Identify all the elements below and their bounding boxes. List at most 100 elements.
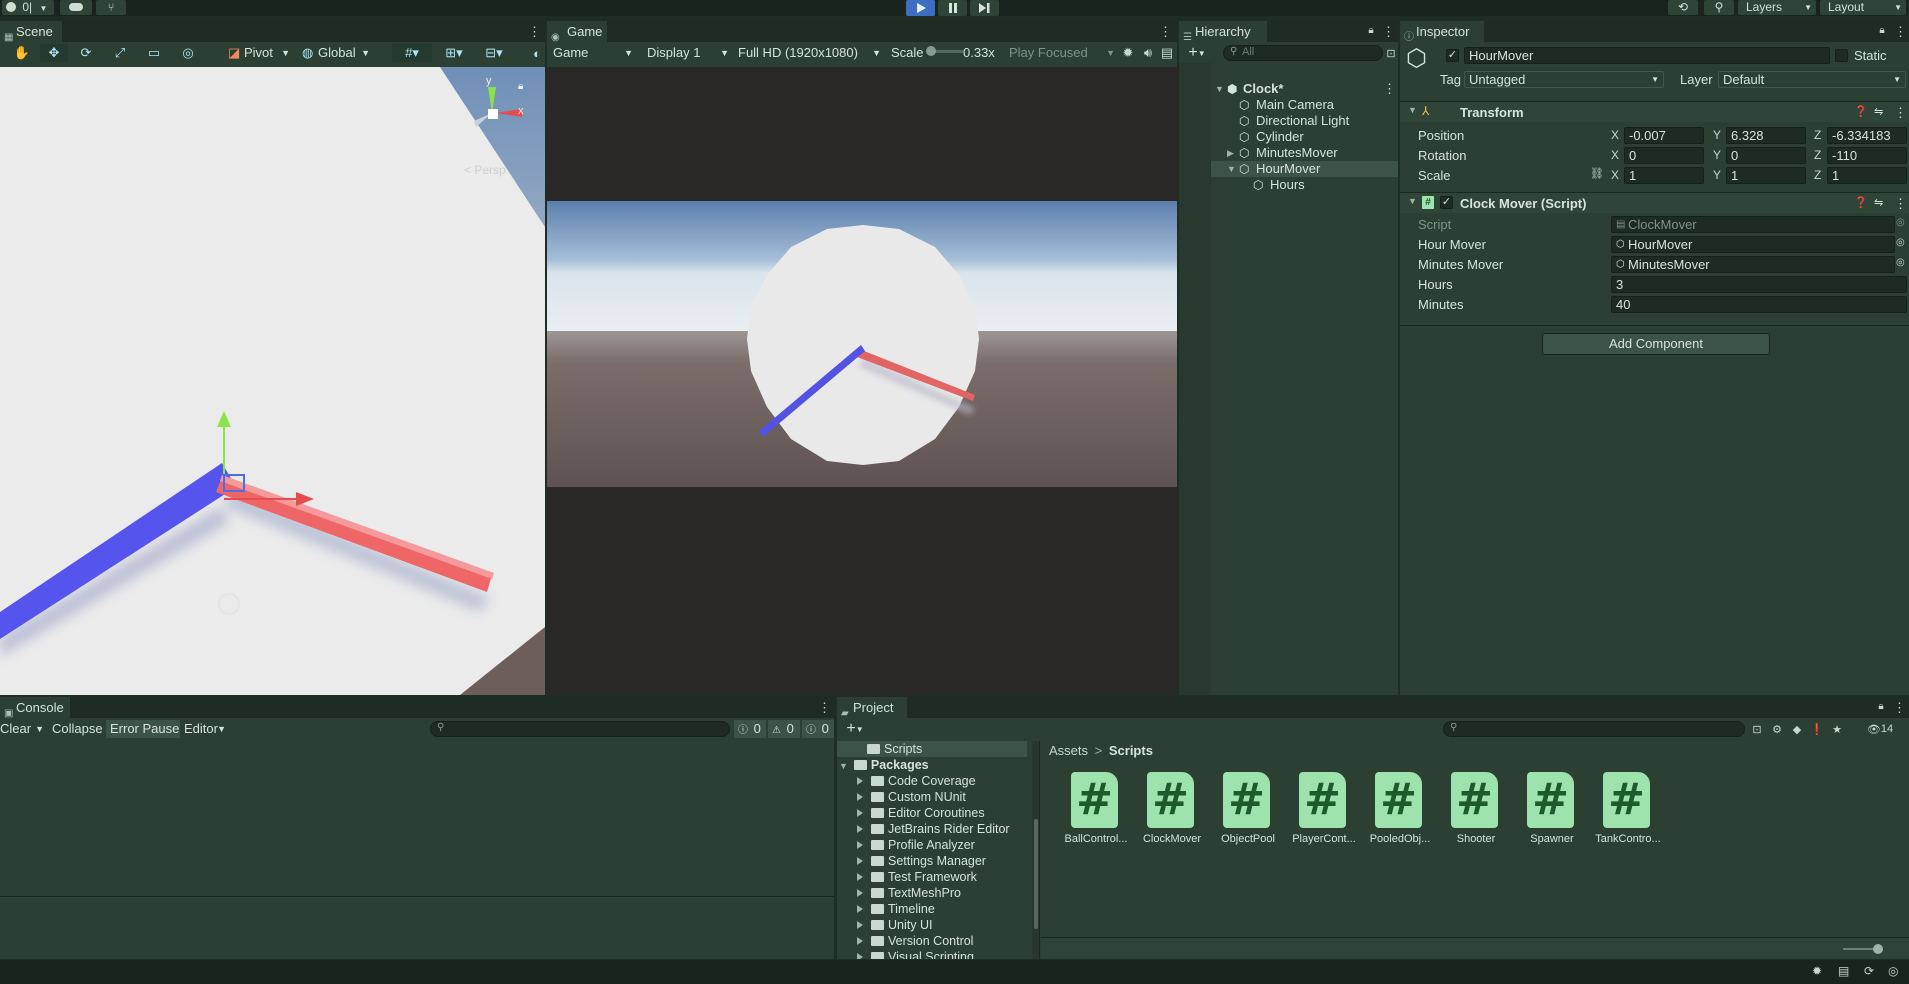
lock-icon[interactable]: 🔒︎ — [1877, 701, 1885, 712]
asset-item[interactable]: # TankContro... — [1589, 770, 1661, 850]
hour-mover-field[interactable]: ⬡ HourMover — [1611, 236, 1895, 253]
tag-dropdown[interactable]: Untagged ▼ — [1464, 71, 1664, 88]
tree-item[interactable]: Settings Manager — [857, 853, 986, 869]
tree-item[interactable]: Timeline — [857, 901, 935, 917]
tab-hierarchy[interactable]: ☰ Hierarchy — [1179, 21, 1267, 43]
layout-dropdown[interactable]: Layout ▼ — [1820, 0, 1906, 15]
scale-x-field[interactable]: 1 — [1624, 167, 1704, 184]
create-asset-button[interactable]: + ▼ — [841, 720, 869, 738]
cache-icon[interactable]: ▤ — [1838, 964, 1849, 978]
snap-increment-icon[interactable]: ⊞▾ — [436, 44, 472, 62]
rotation-y-field[interactable]: 0 — [1726, 147, 1806, 164]
hidden-count[interactable]: 👁︎ 14 — [1853, 720, 1907, 738]
position-z-field[interactable]: -6.334183 — [1827, 127, 1907, 144]
tree-item[interactable]: Unity UI — [857, 917, 932, 933]
pause-button[interactable] — [938, 0, 967, 16]
help-icon[interactable]: ❓ — [1854, 196, 1868, 209]
tree-scrollbar-thumb[interactable] — [1034, 819, 1038, 929]
tree-item[interactable]: Profile Analyzer — [857, 837, 975, 853]
layer-dropdown[interactable]: Default ▼ — [1718, 71, 1906, 88]
scene-visibility-icon[interactable]: ⊡ — [1384, 44, 1398, 62]
bug-report-icon[interactable]: ✹ — [1812, 964, 1822, 978]
tab-scene[interactable]: ▦ Scene — [0, 21, 62, 43]
project-menu-icon[interactable]: ⋮ — [1893, 700, 1906, 716]
tree-item[interactable]: Editor Coroutines — [857, 805, 985, 821]
breadcrumb-current[interactable]: Scripts — [1109, 743, 1153, 758]
breadcrumb-root[interactable]: Assets — [1049, 743, 1088, 758]
game-viewport[interactable] — [547, 67, 1177, 695]
hierarchy-item[interactable]: ⬡ Directional Light — [1179, 113, 1398, 129]
tree-item[interactable]: Code Coverage — [857, 773, 976, 789]
lock-icon[interactable]: 🔒︎ — [1367, 25, 1375, 36]
overlay-icon[interactable]: ◐ — [530, 44, 544, 62]
play-button[interactable] — [906, 0, 935, 16]
error-count-toggle[interactable]: ⓘ 0 — [802, 720, 834, 738]
game-mode-dropdown[interactable]: Game ▼ — [549, 44, 635, 62]
hierarchy-item[interactable]: ⬡ Hours — [1179, 177, 1398, 193]
hours-field[interactable]: 3 — [1611, 276, 1907, 293]
cloud-button[interactable] — [60, 0, 92, 15]
expanded-arrow-icon[interactable]: ▼ — [1227, 161, 1236, 177]
scale-tool-icon[interactable]: ⤢ — [106, 44, 134, 62]
hierarchy-item[interactable]: ⬡ Cylinder — [1179, 129, 1398, 145]
hand-tool-icon[interactable]: ✋ — [8, 44, 36, 62]
display-dropdown[interactable]: Display 1 ▼ — [643, 44, 731, 62]
project-search-input[interactable]: ⚲ — [1443, 721, 1745, 737]
search-by-type-icon[interactable]: ⊡ — [1749, 720, 1765, 738]
favorite-star-icon[interactable]: ★ — [1829, 720, 1845, 738]
editor-dropdown[interactable]: Editor ▼ — [180, 720, 228, 738]
hierarchy-menu-icon[interactable]: ⋮ — [1382, 24, 1395, 40]
minutes-field[interactable]: 40 — [1611, 296, 1907, 313]
orientation-gizmo[interactable]: y x 🔒︎ — [462, 75, 532, 151]
help-icon[interactable]: ❓ — [1854, 105, 1868, 118]
component-menu-icon[interactable]: ⋮ — [1894, 196, 1907, 212]
active-checkbox[interactable]: ✓ — [1446, 49, 1459, 62]
tab-console[interactable]: ▣ Console — [0, 697, 70, 719]
tab-inspector[interactable]: ⓘ Inspector — [1400, 21, 1484, 43]
preset-icon[interactable]: ⇋ — [1874, 196, 1883, 209]
account-dropdown[interactable]: 0| ▼ — [2, 0, 54, 15]
collab-button[interactable]: ⑂ — [96, 0, 126, 15]
component-enabled-checkbox[interactable]: ✓ — [1440, 196, 1453, 209]
tree-item[interactable]: Test Framework — [857, 869, 977, 885]
preset-icon[interactable]: ⇋ — [1874, 105, 1883, 118]
target-icon[interactable]: ◎ — [1896, 237, 1905, 248]
tree-item[interactable]: Custom NUnit — [857, 789, 966, 805]
log-filter-icon[interactable]: ❗ — [1809, 720, 1825, 738]
tree-item[interactable]: TextMeshPro — [857, 885, 961, 901]
target-icon[interactable]: ◎ — [1896, 257, 1905, 268]
mute-audio-icon[interactable]: 🔊︎ — [1139, 44, 1157, 62]
minutes-mover-field[interactable]: ⬡ MinutesMover — [1611, 256, 1895, 273]
tree-scrollbar[interactable] — [1032, 741, 1039, 959]
scene-row[interactable]: ▼ ⬢ Clock* ⋮ — [1179, 81, 1398, 97]
tree-item[interactable]: JetBrains Rider Editor — [857, 821, 1010, 837]
object-name-field[interactable]: HourMover — [1464, 47, 1830, 64]
link-icon[interactable]: ⛓ — [1590, 167, 1604, 180]
filter-type-icon[interactable]: ⚙ — [1769, 720, 1785, 738]
tree-item-scripts[interactable]: Scripts — [837, 741, 1027, 757]
clear-dropdown[interactable]: Clear ▼ — [0, 720, 46, 738]
clock-mover-header[interactable]: ▼ # ✓ Clock Mover (Script) ❓ ⇋ ⋮ — [1400, 192, 1909, 213]
component-menu-icon[interactable]: ⋮ — [1894, 105, 1907, 121]
ruler-icon[interactable]: ⊟▾ — [476, 44, 512, 62]
console-search-input[interactable]: ⚲ — [430, 721, 730, 737]
scale-z-field[interactable]: 1 — [1827, 167, 1907, 184]
static-checkbox[interactable] — [1835, 49, 1848, 62]
tab-project[interactable]: ▰ Project — [837, 697, 907, 719]
tree-item[interactable]: Visual Scripting — [857, 949, 974, 959]
asset-item[interactable]: # Spawner — [1513, 770, 1583, 850]
stats-icon[interactable]: ▤ — [1159, 44, 1175, 62]
tree-item[interactable]: Version Control — [857, 933, 973, 949]
zoom-slider-handle[interactable] — [1873, 944, 1883, 954]
rotation-z-field[interactable]: -110 — [1827, 147, 1907, 164]
rect-tool-icon[interactable]: ▭ — [140, 44, 168, 62]
tab-game[interactable]: ◉ Game — [547, 21, 607, 43]
rotate-tool-icon[interactable]: ⟳ — [72, 44, 100, 62]
lock-icon[interactable]: 🔒︎ — [518, 81, 523, 92]
step-button[interactable] — [970, 0, 999, 16]
rotation-x-field[interactable]: 0 — [1624, 147, 1704, 164]
game-menu-icon[interactable]: ⋮ — [1159, 24, 1172, 40]
asset-item[interactable]: # ObjectPool — [1209, 770, 1279, 850]
error-pause-button[interactable]: Error Pause — [106, 720, 180, 738]
hierarchy-item-selected[interactable]: ▼ ⬡ HourMover — [1179, 161, 1398, 177]
